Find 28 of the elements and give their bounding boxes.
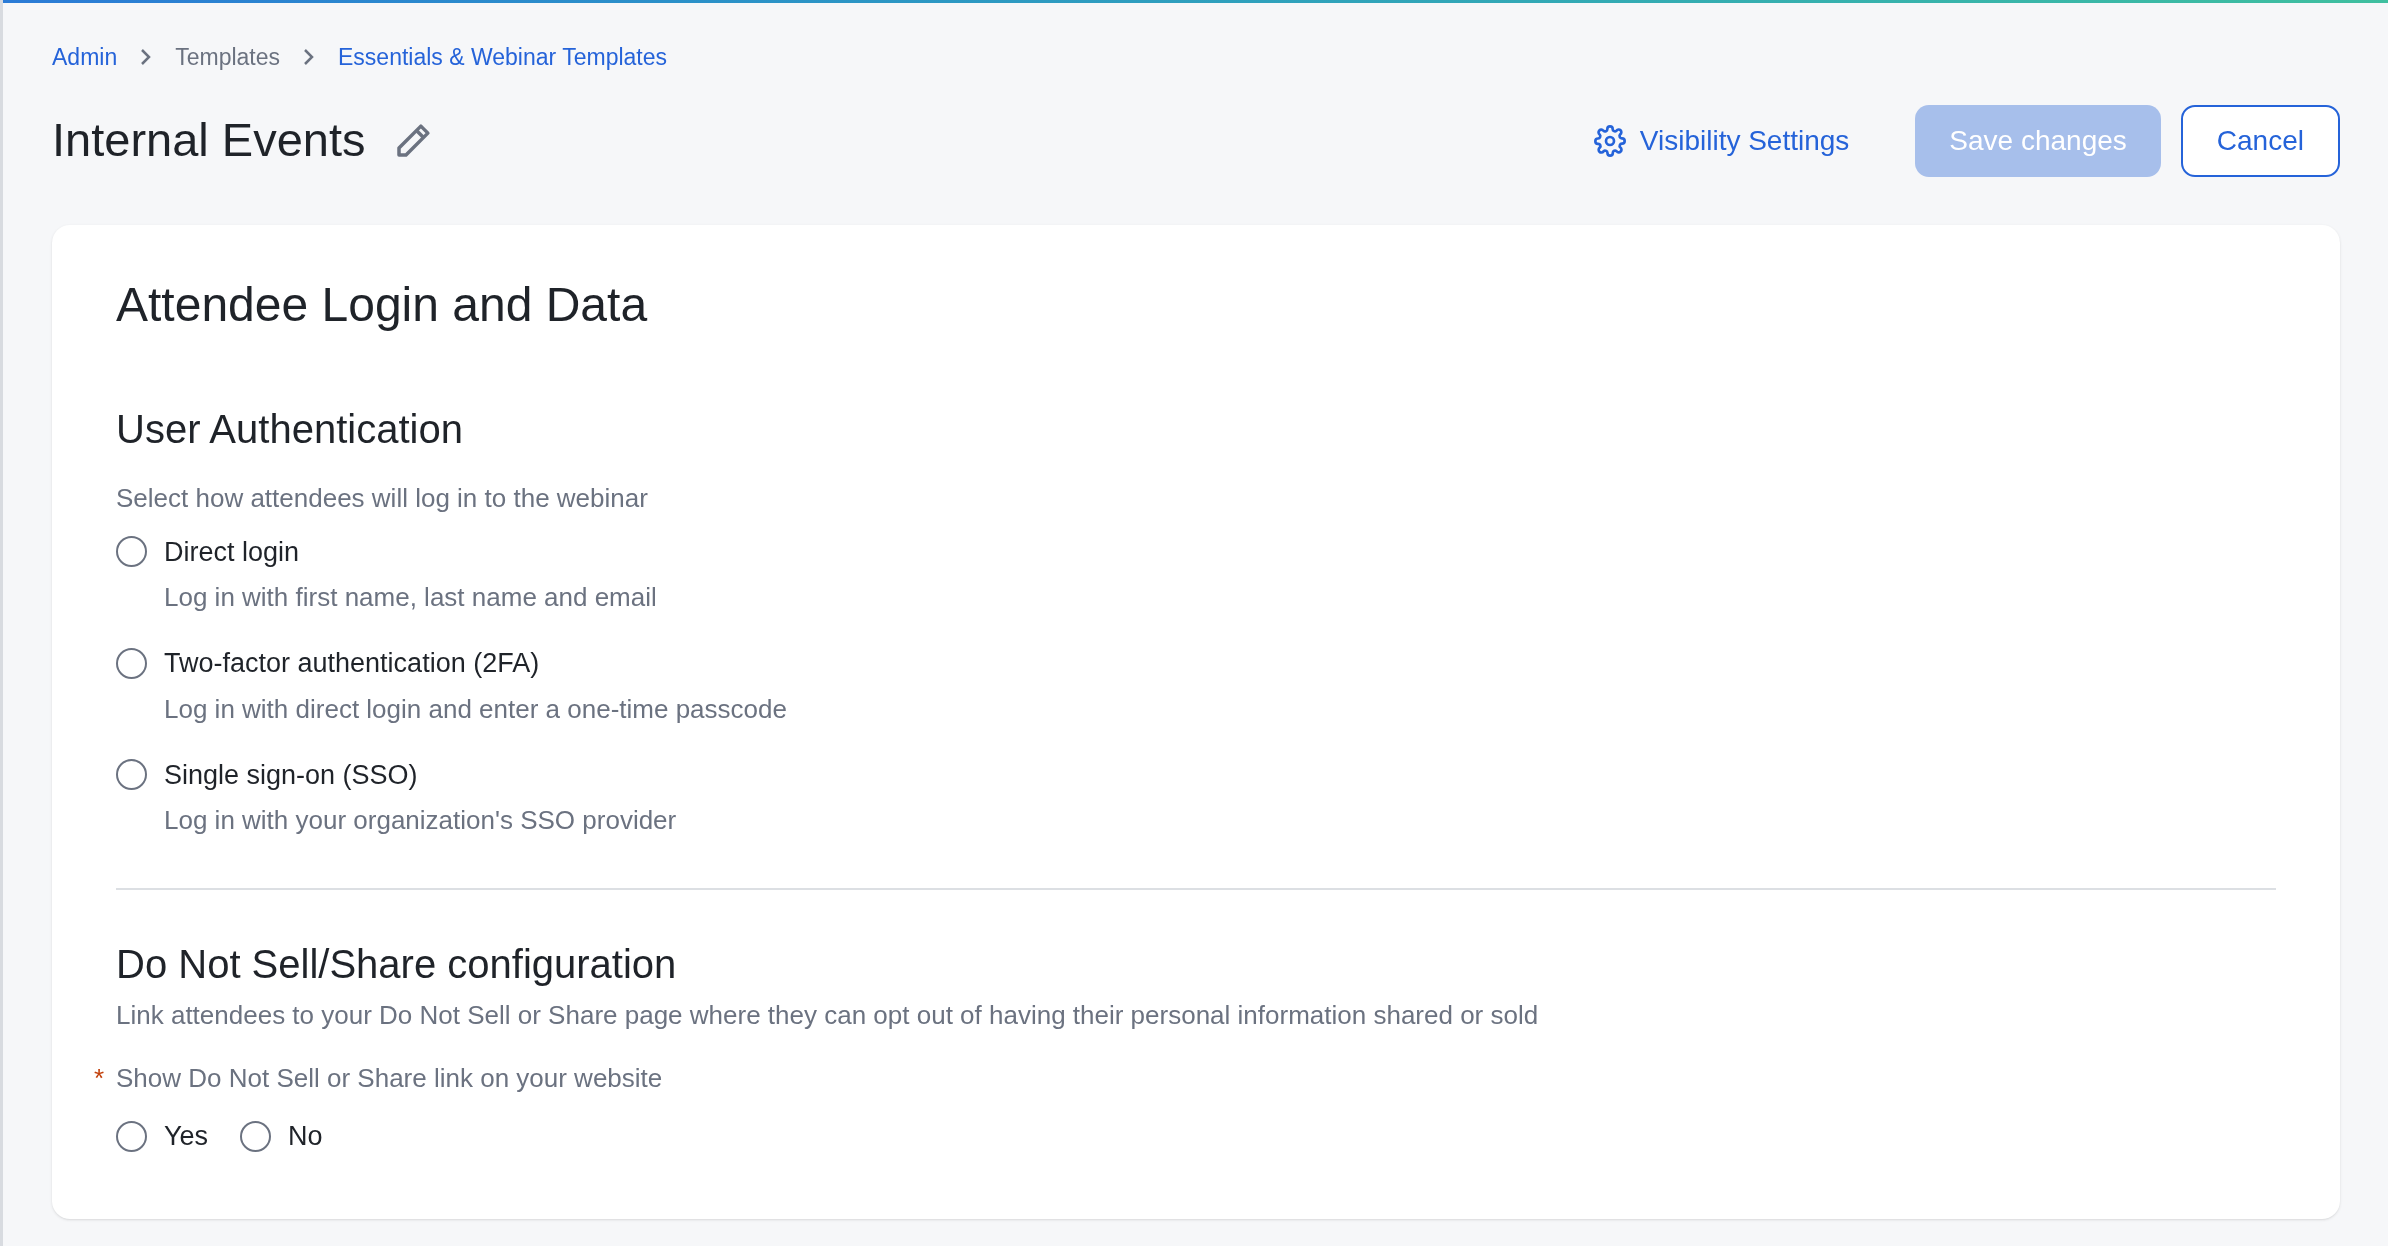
radio-button[interactable] — [116, 1120, 147, 1152]
option-label: Single sign-on (SSO) — [164, 758, 418, 792]
option-description: Log in with your organization's SSO provider — [164, 804, 678, 837]
radio-button[interactable] — [116, 759, 147, 791]
option-label: Two-factor authentication (2FA) — [164, 647, 540, 680]
section-title: Do Not Sell/Share configuration — [116, 941, 678, 988]
section-description: Select how attendees will log in to the webinar — [116, 481, 649, 515]
breadcrumb-link[interactable]: Admin — [52, 40, 118, 75]
option-label: Yes — [164, 1120, 209, 1153]
radio-button[interactable] — [116, 536, 147, 568]
card-title: Attendee Login and Data — [116, 276, 649, 333]
page-title: Internal Events — [52, 112, 366, 169]
option-description: Log in with first name, last name and email — [164, 581, 658, 614]
option-description: Log in with direct login and enter a one-time passcode — [164, 692, 788, 726]
question-label: Show Do Not Sell or Share link on your website — [116, 1062, 663, 1095]
radio-button[interactable] — [240, 1120, 272, 1152]
breadcrumb-link[interactable]: Essentials & Webinar Templates — [338, 40, 667, 75]
cancel-button[interactable]: Cancel — [2180, 104, 2340, 177]
required-asterisk: * — [94, 1062, 106, 1095]
option-label: Direct login — [164, 535, 300, 569]
breadcrumb-item: Templates — [175, 43, 281, 72]
option-label: No — [288, 1120, 323, 1153]
visibility-settings-label: Visibility Settings — [1639, 123, 1850, 158]
settings-icon — [1593, 124, 1626, 157]
visibility-settings-link[interactable]: Visibility Settings — [1593, 119, 1850, 162]
radio-button[interactable] — [116, 647, 147, 679]
section-description: Link attendees to your Do Not Sell or Share page where they can opt out of having their personal information shared or sold — [116, 999, 1540, 1032]
section-title: User Authentication — [116, 405, 464, 453]
